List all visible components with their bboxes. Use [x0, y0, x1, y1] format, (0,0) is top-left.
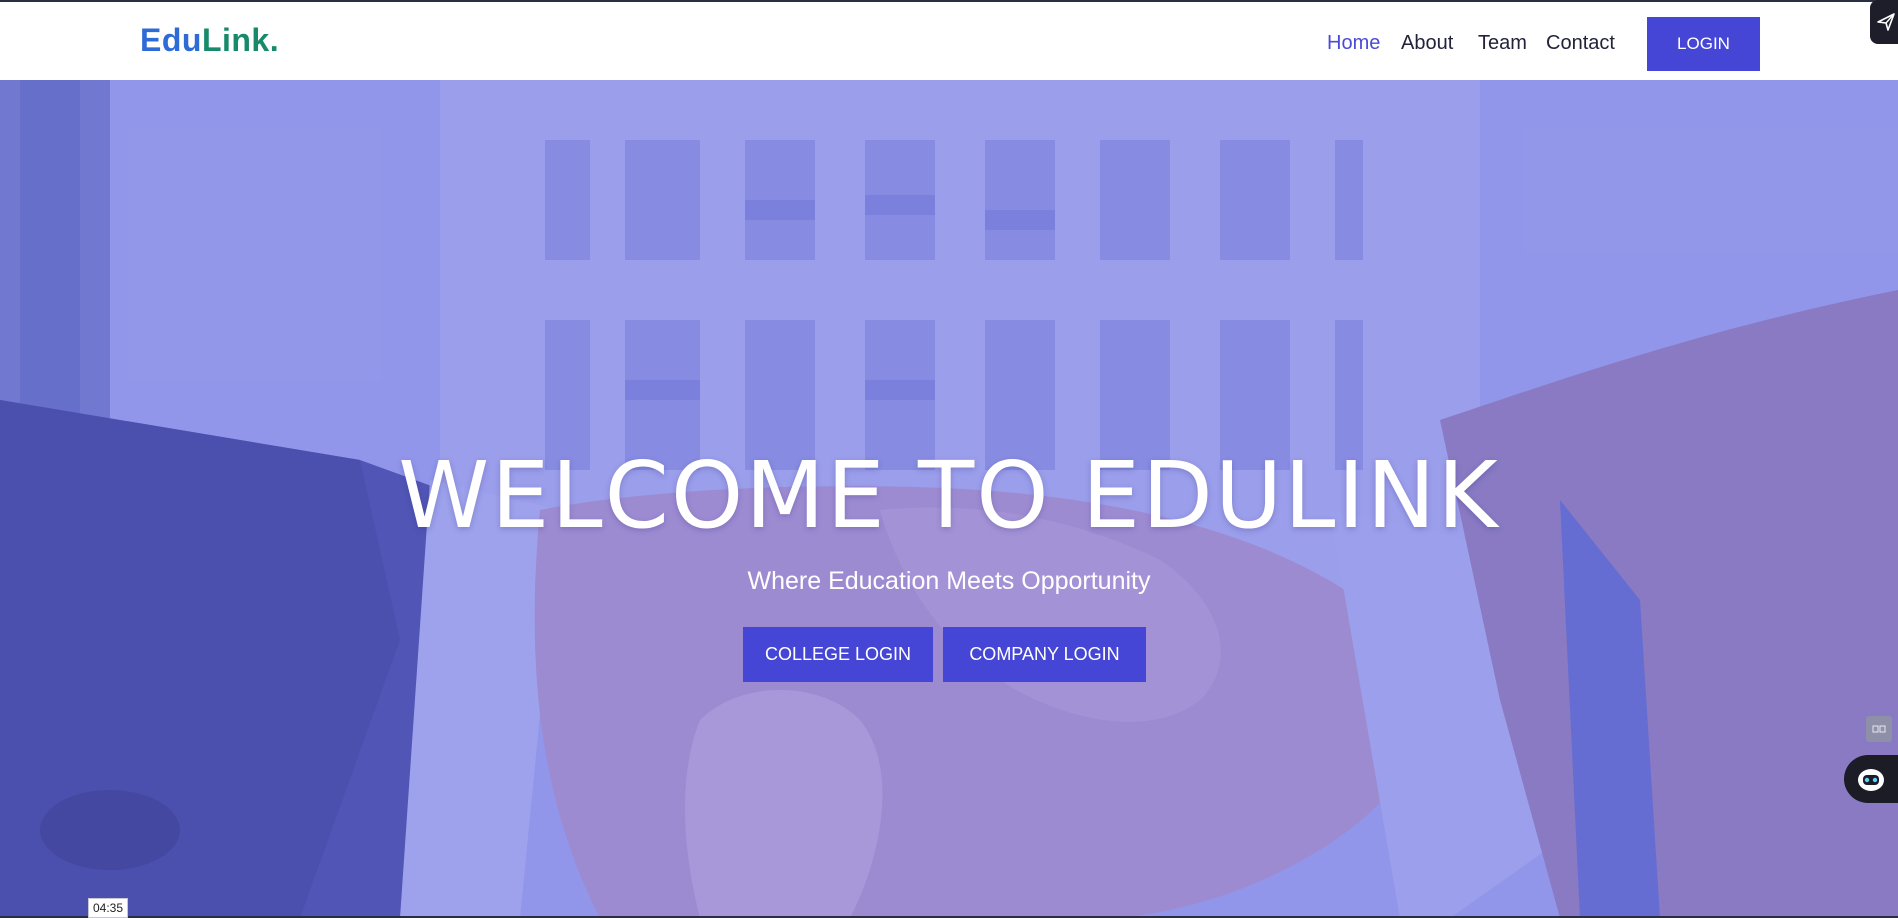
- expand-widget[interactable]: [1866, 716, 1892, 742]
- expand-icon: [1872, 725, 1886, 733]
- send-widget[interactable]: [1870, 0, 1898, 44]
- page: EduLink. Home About Team Contact LOGIN W…: [0, 0, 1898, 918]
- college-login-button[interactable]: COLLEGE LOGIN: [743, 627, 933, 682]
- send-icon: [1877, 13, 1895, 31]
- hero-section: WELCOME TO EDULINK Where Education Meets…: [0, 80, 1898, 918]
- chatbot-widget[interactable]: [1844, 755, 1898, 803]
- brand-logo-dot: .: [269, 22, 280, 58]
- brand-logo-part1: Edu: [140, 22, 202, 58]
- hero-title: WELCOME TO EDULINK: [398, 442, 1500, 549]
- nav-link-about[interactable]: About: [1401, 32, 1453, 55]
- bot-icon: [1858, 769, 1884, 791]
- nav-link-team[interactable]: Team: [1478, 32, 1527, 55]
- nav-link-home[interactable]: Home: [1327, 32, 1380, 55]
- site-header: EduLink. Home About Team Contact LOGIN: [0, 0, 1898, 80]
- company-login-button[interactable]: COMPANY LOGIN: [943, 627, 1146, 682]
- video-timestamp: 04:35: [88, 898, 129, 918]
- login-button[interactable]: LOGIN: [1647, 17, 1760, 71]
- hero-subtitle: Where Education Meets Opportunity: [747, 567, 1151, 595]
- brand-logo-part2: Link: [201, 22, 270, 58]
- brand-logo[interactable]: EduLink.: [140, 22, 279, 59]
- nav-link-contact[interactable]: Contact: [1546, 32, 1615, 55]
